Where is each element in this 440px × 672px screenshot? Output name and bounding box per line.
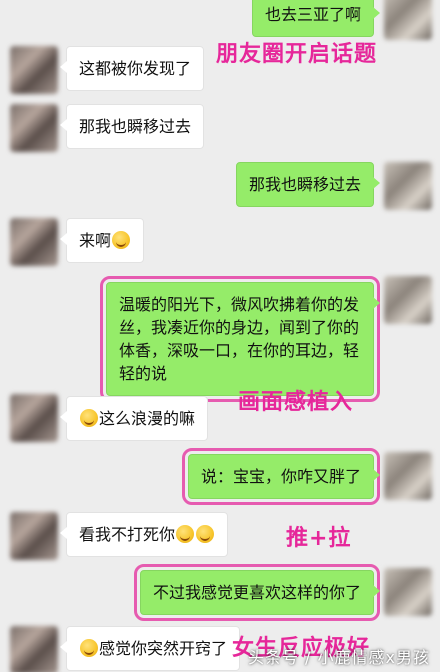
smile-emoji-icon xyxy=(80,409,98,427)
message-text: 这都被你发现了 xyxy=(79,59,192,78)
avatar[interactable] xyxy=(384,276,432,324)
message-bubble-received[interactable]: 这么浪漫的嘛 xyxy=(59,396,209,441)
message-text: 那我也瞬移过去 xyxy=(248,175,361,194)
message-bubble-received[interactable]: 来啊 xyxy=(59,218,145,263)
message-text: 温暖的阳光下，微风吹拂着你的发丝，我凑近你的身边，闻到了你的体香，深吸一口，在你… xyxy=(119,295,360,383)
annotation-label: 画面感植入 xyxy=(238,390,354,415)
message-text: 那我也瞬移过去 xyxy=(79,117,192,136)
message-bubble-sent[interactable]: 那我也瞬移过去 xyxy=(235,162,381,207)
avatar[interactable] xyxy=(10,626,58,672)
message-bubble-received[interactable]: 感觉你突然开窍了 xyxy=(59,626,241,671)
avatar[interactable] xyxy=(384,0,432,40)
message-text: 感觉你突然开窍了 xyxy=(99,639,228,658)
avatar[interactable] xyxy=(384,162,432,210)
avatar[interactable] xyxy=(384,568,432,616)
smile-emoji-icon xyxy=(112,231,131,249)
watermark: 头条号 / 小鹿情感x男孩 xyxy=(247,648,430,667)
message-text: 这么浪漫的嘛 xyxy=(99,409,196,428)
message-bubble-sent[interactable]: 不过我感觉更喜欢这样的你了 xyxy=(133,564,381,621)
avatar[interactable] xyxy=(10,512,58,560)
message-bubble-received[interactable]: 看我不打死你 xyxy=(59,512,229,557)
avatar[interactable] xyxy=(10,394,58,442)
message-text: 来啊 xyxy=(79,231,112,250)
message-text: 说：宝宝，你咋又胖了 xyxy=(200,467,361,486)
avatar[interactable] xyxy=(384,452,432,500)
message-bubble-sent[interactable]: 温暖的阳光下，微风吹拂着你的发丝，我凑近你的身边，闻到了你的体香，深吸一口，在你… xyxy=(100,276,380,402)
avatar[interactable] xyxy=(10,104,58,152)
annotation-label: 朋友圈开启话题 xyxy=(216,42,378,67)
message-bubble-sent[interactable]: 说：宝宝，你咋又胖了 xyxy=(181,448,381,505)
annotation-label: 推+拉 xyxy=(286,526,352,551)
message-bubble-received[interactable]: 这都被你发现了 xyxy=(59,46,205,91)
message-bubble-sent[interactable]: 也去三亚了啊 xyxy=(251,0,381,37)
smile-emoji-icon xyxy=(80,639,98,657)
message-text: 不过我感觉更喜欢这样的你了 xyxy=(152,583,361,602)
avatar[interactable] xyxy=(10,46,58,94)
message-text: 看我不打死你 xyxy=(79,525,176,544)
tongue-emoji-icon xyxy=(196,525,215,543)
avatar[interactable] xyxy=(10,218,58,266)
tongue-emoji-icon xyxy=(176,525,195,543)
message-bubble-received[interactable]: 那我也瞬移过去 xyxy=(59,104,205,149)
message-text: 也去三亚了啊 xyxy=(264,5,361,24)
